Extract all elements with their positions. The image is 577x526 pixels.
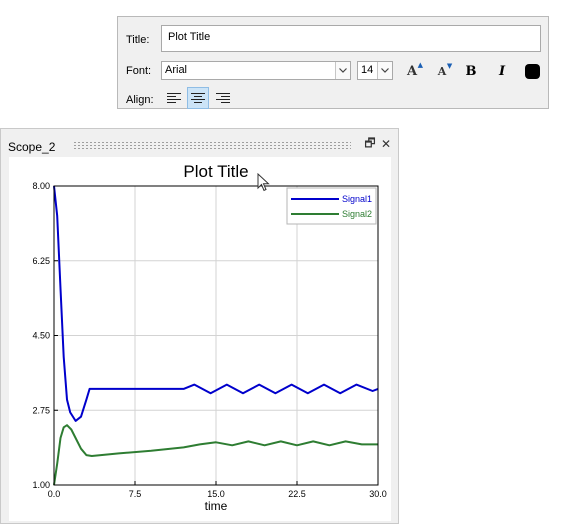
y-tick-label: 1.00 xyxy=(32,480,50,490)
title-input[interactable]: Plot Title xyxy=(161,25,541,52)
italic-icon: I xyxy=(498,63,506,79)
x-tick-label: 22.5 xyxy=(288,489,306,499)
font-size-value: 14 xyxy=(361,64,374,76)
align-label: Align: xyxy=(126,94,154,106)
x-axis-label: time xyxy=(205,499,228,513)
x-tick-label: 0.0 xyxy=(48,489,61,499)
x-tick-label: 15.0 xyxy=(207,489,225,499)
mouse-cursor-icon xyxy=(257,173,270,192)
close-icon[interactable]: ✕ xyxy=(379,137,393,151)
title-label: Title: xyxy=(126,34,150,46)
chevron-down-icon[interactable] xyxy=(377,62,392,79)
y-tick-label: 6.25 xyxy=(32,256,50,266)
undock-icon[interactable]: 🗗 xyxy=(363,136,377,151)
align-left-button[interactable] xyxy=(163,87,185,109)
bold-icon: B xyxy=(465,63,477,79)
plot-area[interactable]: 0.0 7.5 15.0 22.5 30.0 1.00 2.75 4.50 6.25 8.00 P… xyxy=(9,157,391,521)
legend[interactable]: Signal1 Signal2 xyxy=(286,187,377,225)
text-color-button[interactable] xyxy=(521,60,543,82)
color-swatch-icon xyxy=(524,63,540,79)
y-tick-label: 8.00 xyxy=(32,181,50,191)
font-family-value: Arial xyxy=(165,64,188,76)
font-family-select[interactable]: Arial xyxy=(161,61,351,80)
font-size-select[interactable]: 14 xyxy=(357,61,393,80)
bold-button[interactable]: B xyxy=(460,60,482,82)
title-input-value: Plot Title xyxy=(168,31,211,43)
align-center-button[interactable] xyxy=(187,87,209,109)
legend-label: Signal2 xyxy=(342,209,372,219)
font-label: Font: xyxy=(126,65,152,77)
plot-title-properties-panel: Title: Plot Title Font: Arial 14 A ▲ A ▼ B… xyxy=(117,16,549,109)
scope-title: Scope_2 xyxy=(8,140,56,154)
x-tick-label: 7.5 xyxy=(129,489,142,499)
y-tick-label: 4.50 xyxy=(32,331,50,341)
increase-font-icon: A ▲ xyxy=(406,59,424,79)
align-left-icon xyxy=(167,92,181,103)
italic-button[interactable]: I xyxy=(491,60,513,82)
x-tick-label: 30.0 xyxy=(369,489,387,499)
decrease-font-size-button[interactable]: A ▼ xyxy=(431,60,453,82)
align-right-button[interactable] xyxy=(212,87,234,109)
align-right-icon xyxy=(216,92,230,103)
scope-window: Scope_2 🗗 ✕ 0.0 7.5 15.0 22.5 30.0 1.00 2.75 4.… xyxy=(0,128,399,524)
legend-label: Signal1 xyxy=(342,194,372,204)
line-chart: 0.0 7.5 15.0 22.5 30.0 1.00 2.75 4.50 6.25 8.00 P… xyxy=(32,162,387,513)
chevron-down-icon[interactable] xyxy=(335,62,350,79)
y-tick-label: 2.75 xyxy=(32,405,50,415)
drag-grip-handle[interactable] xyxy=(73,141,351,150)
chart-title: Plot Title xyxy=(183,162,248,181)
align-center-icon xyxy=(191,92,205,103)
increase-font-size-button[interactable]: A ▲ xyxy=(401,60,423,82)
decrease-font-icon: A ▼ xyxy=(437,60,453,78)
